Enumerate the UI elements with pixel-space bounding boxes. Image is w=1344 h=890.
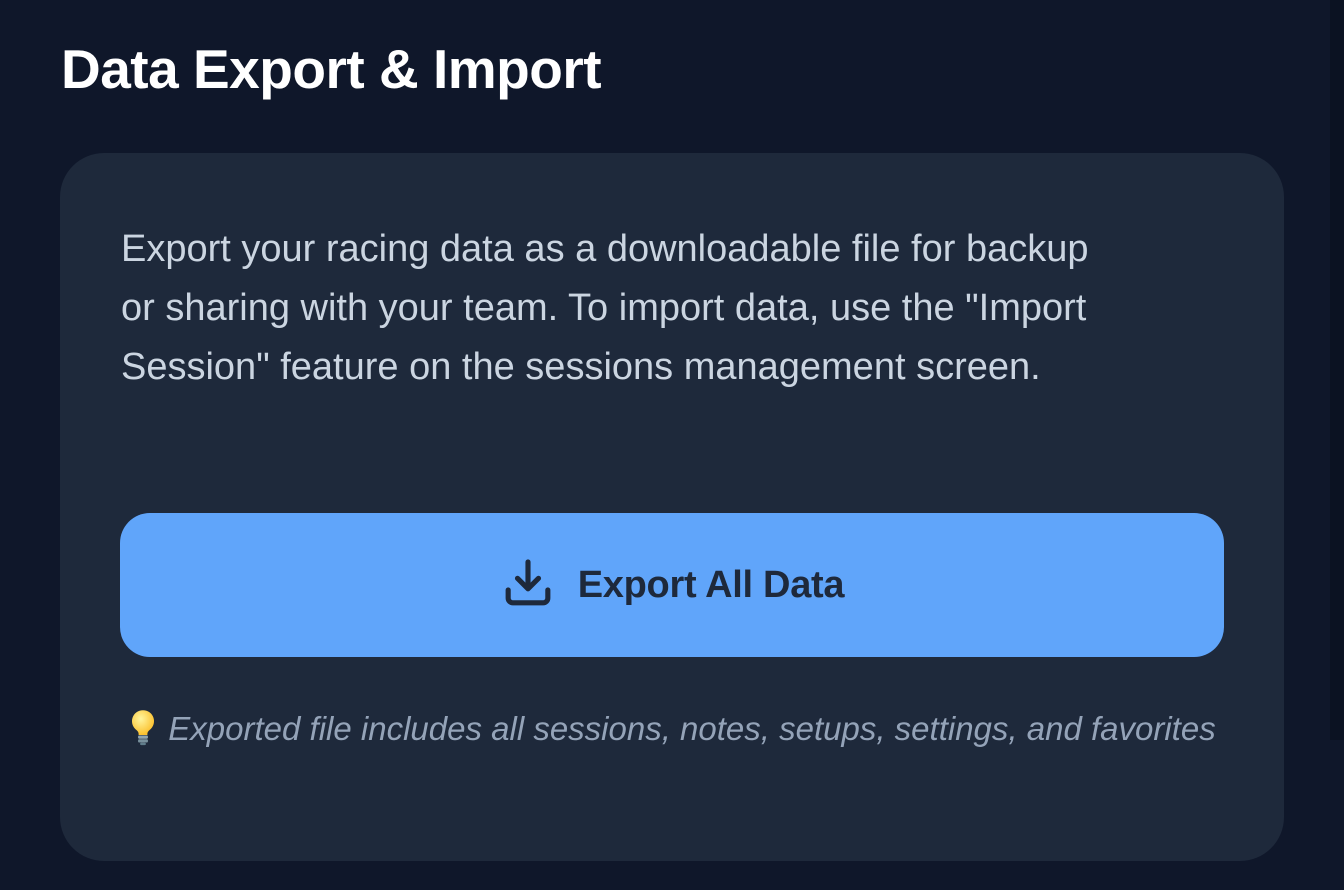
scrollbar-track (1330, 0, 1344, 740)
export-import-card: Export your racing data as a downloadabl… (60, 153, 1284, 861)
section-title: Data Export & Import (61, 38, 602, 100)
export-all-data-button[interactable]: Export All Data (120, 513, 1224, 657)
export-hint: Exported file includes all sessions, not… (120, 705, 1224, 753)
card-description: Export your racing data as a downloadabl… (121, 228, 1089, 388)
lightbulb-icon (132, 710, 155, 746)
download-icon (505, 559, 551, 606)
export-button-label: Export All Data (577, 563, 845, 606)
export-hint-text: Exported file includes all sessions, not… (168, 710, 1216, 747)
